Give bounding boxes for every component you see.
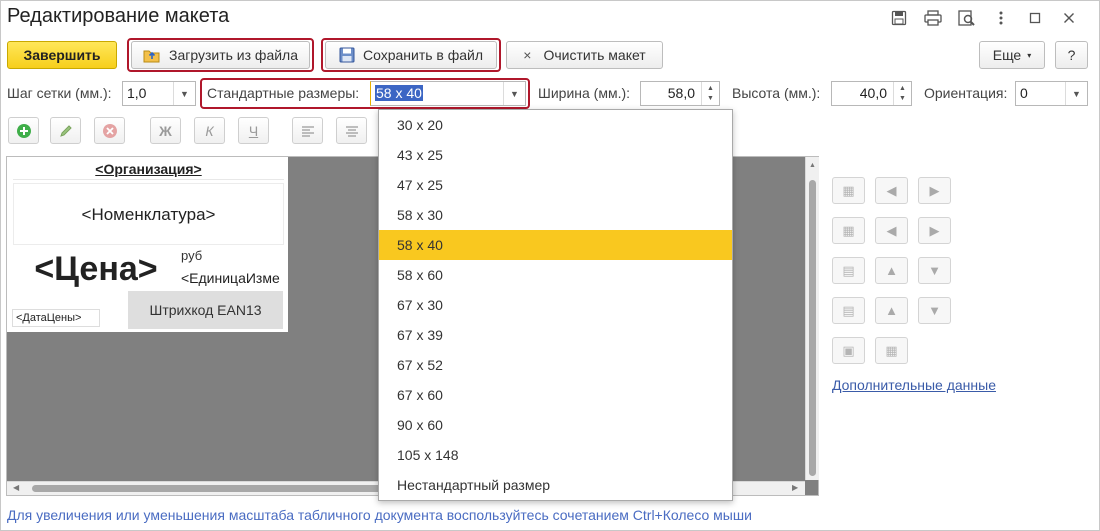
- organization-field[interactable]: <Организация>: [13, 161, 284, 180]
- layer-back-icon[interactable]: ▦: [832, 217, 865, 244]
- orientation-select[interactable]: 0 ▼: [1015, 81, 1088, 106]
- save-to-file-label: Сохранить в файл: [362, 47, 484, 63]
- arrow-down-icon[interactable]: ▼: [918, 257, 951, 284]
- grid-step-select[interactable]: 1,0 ▼: [122, 81, 196, 106]
- clear-layout-button[interactable]: × Очистить макет: [506, 41, 663, 69]
- delete-icon[interactable]: [94, 117, 125, 144]
- barcode-field[interactable]: Штрихкод EAN13: [128, 291, 283, 329]
- width-value: 58,0: [667, 85, 695, 101]
- dropdown-item-30x20[interactable]: 30 x 20: [379, 110, 732, 140]
- std-sizes-value: 58 x 40: [375, 85, 423, 101]
- dropdown-item-custom[interactable]: Нестандартный размер: [379, 470, 732, 500]
- dropdown-item-67x60[interactable]: 67 x 60: [379, 380, 732, 410]
- price-field[interactable]: <Цена>: [13, 246, 179, 292]
- dropdown-item-90x60[interactable]: 90 x 60: [379, 410, 732, 440]
- additional-data-link[interactable]: Дополнительные данные: [832, 377, 996, 393]
- chevron-down-icon[interactable]: ▼: [503, 82, 525, 105]
- floppy-icon: [339, 47, 355, 63]
- italic-icon[interactable]: К: [194, 117, 225, 144]
- spinner-icon[interactable]: ▲ ▼: [701, 82, 719, 105]
- orientation-value: 0: [1020, 85, 1028, 101]
- save-to-file-button[interactable]: Сохранить в файл: [325, 41, 497, 69]
- arrow-up-icon[interactable]: ▲: [875, 297, 908, 324]
- chevron-down-icon: ▾: [1027, 50, 1032, 60]
- x-icon: ×: [523, 47, 532, 63]
- title-bar-icons: [882, 7, 1086, 29]
- layer-up-icon[interactable]: ▤: [832, 257, 865, 284]
- edit-icon[interactable]: [50, 117, 81, 144]
- currency-field[interactable]: руб: [181, 248, 202, 263]
- grid-icon[interactable]: ▣: [832, 337, 865, 364]
- scroll-up-icon[interactable]: ▲: [809, 162, 816, 169]
- align-left-icon[interactable]: [292, 117, 323, 144]
- scroll-right-icon[interactable]: ▶: [792, 483, 798, 492]
- bold-icon[interactable]: Ж: [150, 117, 181, 144]
- std-sizes-label: Стандартные размеры:: [207, 85, 360, 101]
- more-icon[interactable]: [984, 7, 1018, 29]
- grid-step-label: Шаг сетки (мм.):: [7, 85, 112, 101]
- folder-upload-icon: [143, 47, 161, 63]
- arrow-right-icon[interactable]: ▶: [918, 177, 951, 204]
- dropdown-item-47x25[interactable]: 47 x 25: [379, 170, 732, 200]
- height-label: Высота (мм.):: [732, 85, 821, 101]
- unit-field[interactable]: <ЕдиницаИзме: [181, 270, 285, 286]
- chevron-down-icon[interactable]: ▼: [173, 82, 195, 105]
- help-button[interactable]: ?: [1055, 41, 1088, 69]
- print-icon[interactable]: [916, 7, 950, 29]
- dropdown-item-67x52[interactable]: 67 x 52: [379, 350, 732, 380]
- dropdown-item-43x25[interactable]: 43 x 25: [379, 140, 732, 170]
- arrow-left-icon[interactable]: ◀: [875, 217, 908, 244]
- load-from-file-label: Загрузить из файла: [168, 47, 299, 63]
- chevron-down-icon[interactable]: ▼: [1065, 82, 1087, 105]
- dropdown-item-58x60[interactable]: 58 x 60: [379, 260, 732, 290]
- clear-layout-label: Очистить макет: [543, 47, 646, 63]
- save-icon[interactable]: [882, 7, 916, 29]
- std-sizes-select[interactable]: 58 x 40 ▼: [370, 81, 526, 106]
- width-label: Ширина (мм.):: [538, 85, 631, 101]
- preview-icon[interactable]: [950, 7, 984, 29]
- layer-front-icon[interactable]: ▦: [832, 177, 865, 204]
- grid-dotted-icon[interactable]: ▦: [875, 337, 908, 364]
- height-value: 40,0: [859, 85, 887, 101]
- label-preview[interactable]: <Организация> <Номенклатура> <Цена> руб …: [7, 157, 288, 332]
- vertical-scrollbar[interactable]: ▲: [805, 157, 819, 480]
- dropdown-item-105x148[interactable]: 105 x 148: [379, 440, 732, 470]
- height-input[interactable]: 40,0 ▲ ▼: [831, 81, 912, 106]
- arrow-right-icon[interactable]: ▶: [918, 217, 951, 244]
- load-from-file-button[interactable]: Загрузить из файла: [131, 41, 310, 69]
- more-button[interactable]: Еще ▾: [979, 41, 1045, 69]
- underline-icon[interactable]: Ч: [238, 117, 269, 144]
- width-input[interactable]: 58,0 ▲ ▼: [640, 81, 720, 106]
- orientation-label: Ориентация:: [924, 85, 1008, 101]
- nomenclature-field[interactable]: <Номенклатура>: [13, 183, 284, 245]
- finish-button[interactable]: Завершить: [7, 41, 117, 69]
- dropdown-item-67x39[interactable]: 67 x 39: [379, 320, 732, 350]
- close-icon[interactable]: [1052, 7, 1086, 29]
- dropdown-item-67x30[interactable]: 67 x 30: [379, 290, 732, 320]
- align-center-icon[interactable]: [336, 117, 367, 144]
- arrow-down-icon[interactable]: ▼: [918, 297, 951, 324]
- dropdown-item-58x40[interactable]: 58 x 40: [379, 230, 732, 260]
- grid-step-value: 1,0: [127, 85, 147, 101]
- spinner-icon[interactable]: ▲ ▼: [893, 82, 911, 105]
- layer-down-icon[interactable]: ▤: [832, 297, 865, 324]
- more-label: Еще: [992, 47, 1022, 63]
- zoom-hint: Для увеличения или уменьшения масштаба т…: [7, 507, 752, 523]
- arrow-up-icon[interactable]: ▲: [875, 257, 908, 284]
- add-icon[interactable]: [8, 117, 39, 144]
- std-sizes-dropdown[interactable]: 30 x 20 43 x 25 47 x 25 58 x 30 58 x 40 …: [378, 109, 733, 501]
- minimize-icon[interactable]: [1018, 7, 1052, 29]
- vertical-scroll-thumb[interactable]: [809, 180, 816, 476]
- window-title: Редактирование макета: [7, 5, 230, 27]
- price-date-field[interactable]: <ДатаЦены>: [12, 309, 100, 327]
- dropdown-item-58x30[interactable]: 58 x 30: [379, 200, 732, 230]
- arrow-left-icon[interactable]: ◀: [875, 177, 908, 204]
- scroll-left-icon[interactable]: ◀: [13, 483, 19, 492]
